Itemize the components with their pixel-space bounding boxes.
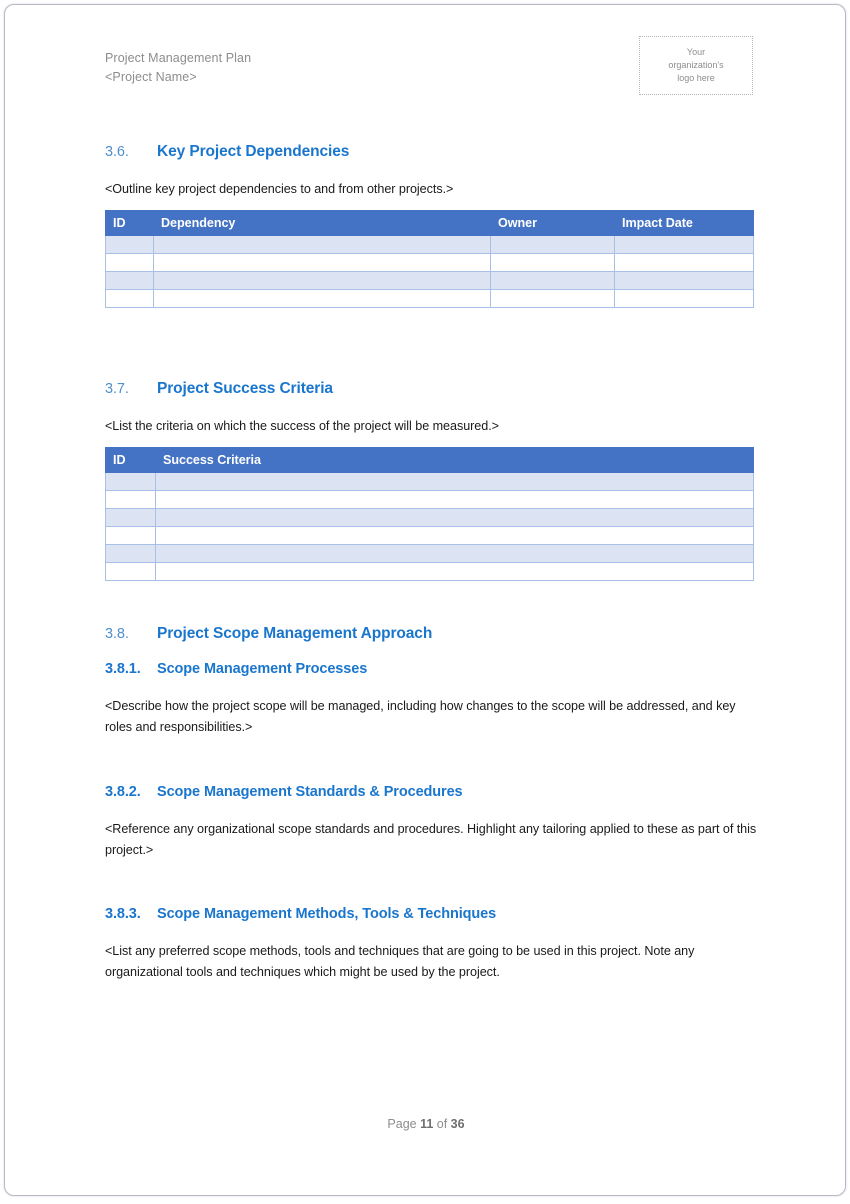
heading-3-8-3-number: 3.8.3. — [105, 906, 141, 922]
dependencies-col-id: ID — [105, 210, 154, 236]
heading-3-8-3: 3.8.3. Scope Management Methods, Tools &… — [105, 906, 753, 922]
table-row[interactable] — [105, 253, 754, 272]
table-row[interactable] — [105, 562, 754, 581]
footer-current-page: 11 — [420, 1117, 434, 1131]
section-3-8-3-body: <List any preferred scope methods, tools… — [105, 944, 695, 979]
success-criteria-table-wrap: ID Success Criteria — [105, 447, 754, 581]
header-document-title: Project Management Plan — [105, 51, 252, 65]
dependencies-table: ID Dependency Owner Impact Date — [105, 210, 754, 308]
organization-logo-placeholder: Your organization's logo here — [639, 36, 753, 95]
heading-3-6-title: Key Project Dependencies — [157, 143, 350, 160]
document-page: Project Management Plan <Project Name> Y… — [4, 4, 846, 1196]
dependencies-cell-dependency[interactable] — [153, 289, 491, 308]
section-3-6-intro: <Outline key project dependencies to and… — [105, 182, 454, 196]
section-3-8-2: 3.8.2. Scope Management Standards & Proc… — [105, 784, 753, 800]
heading-3-8-2-title: Scope Management Standards & Procedures — [157, 784, 463, 800]
table-row[interactable] — [105, 289, 754, 308]
dependencies-col-owner: Owner — [490, 210, 615, 236]
page-footer: Page 11 of 36 — [5, 1117, 845, 1131]
section-3-8-3: 3.8.3. Scope Management Methods, Tools &… — [105, 906, 753, 922]
success-criteria-cell-id[interactable] — [105, 508, 156, 527]
dependencies-table-header-row: ID Dependency Owner Impact Date — [105, 210, 754, 236]
section-3-8-1-body: <Describe how the project scope will be … — [105, 699, 736, 734]
section-3-8-2-body: <Reference any organizational scope stan… — [105, 822, 757, 857]
dependencies-cell-owner[interactable] — [490, 235, 615, 254]
footer-total-pages: 36 — [450, 1117, 465, 1131]
heading-3-6: 3.6. Key Project Dependencies — [105, 143, 753, 161]
success-criteria-cell-criteria[interactable] — [155, 544, 754, 563]
logo-placeholder-line-3: logo here — [677, 73, 715, 83]
table-row[interactable] — [105, 508, 754, 527]
heading-3-8-3-title: Scope Management Methods, Tools & Techni… — [157, 906, 497, 922]
success-criteria-cell-id[interactable] — [105, 490, 156, 509]
success-criteria-cell-criteria[interactable] — [155, 508, 754, 527]
footer-page-prefix: Page — [387, 1117, 421, 1131]
table-row[interactable] — [105, 472, 754, 491]
success-criteria-cell-id[interactable] — [105, 526, 156, 545]
heading-3-7-number: 3.7. — [105, 381, 129, 397]
success-criteria-cell-criteria[interactable] — [155, 490, 754, 509]
dependencies-cell-id[interactable] — [105, 235, 154, 254]
dependencies-cell-impact-date[interactable] — [614, 289, 754, 308]
heading-3-8-number: 3.8. — [105, 626, 129, 642]
dependencies-cell-owner[interactable] — [490, 253, 615, 272]
section-3-7: 3.7. Project Success Criteria — [105, 380, 753, 398]
dependencies-col-impact-date: Impact Date — [614, 210, 754, 236]
logo-placeholder-line-1: Your — [686, 47, 706, 57]
section-3-8: 3.8. Project Scope Management Approach — [105, 625, 753, 643]
success-criteria-table-header-row: ID Success Criteria — [105, 447, 754, 473]
heading-3-7: 3.7. Project Success Criteria — [105, 380, 753, 398]
section-3-6: 3.6. Key Project Dependencies — [105, 143, 753, 161]
success-criteria-cell-criteria[interactable] — [155, 526, 754, 545]
heading-3-6-number: 3.6. — [105, 144, 129, 160]
running-header: Project Management Plan <Project Name> Y… — [105, 36, 753, 111]
heading-3-8-1-number: 3.8.1. — [105, 661, 141, 677]
dependencies-cell-owner[interactable] — [490, 271, 615, 290]
table-row[interactable] — [105, 490, 754, 509]
section-3-6-intro-wrap: <Outline key project dependencies to and… — [105, 179, 753, 200]
success-criteria-table: ID Success Criteria — [105, 447, 754, 581]
success-criteria-cell-criteria[interactable] — [155, 562, 754, 581]
section-3-7-intro: <List the criteria on which the success … — [105, 419, 499, 433]
dependencies-cell-dependency[interactable] — [153, 271, 491, 290]
dependencies-table-wrap: ID Dependency Owner Impact Date — [105, 210, 754, 308]
dependencies-col-dependency: Dependency — [153, 210, 491, 236]
logo-placeholder-line-2: organization's — [668, 60, 724, 70]
table-row[interactable] — [105, 544, 754, 563]
header-project-name: <Project Name> — [105, 70, 197, 84]
success-criteria-col-id: ID — [105, 447, 156, 473]
section-3-8-1: 3.8.1. Scope Management Processes — [105, 661, 753, 677]
dependencies-cell-dependency[interactable] — [153, 253, 491, 272]
dependencies-cell-id[interactable] — [105, 253, 154, 272]
heading-3-8-2-number: 3.8.2. — [105, 784, 141, 800]
success-criteria-cell-id[interactable] — [105, 562, 156, 581]
section-3-7-intro-wrap: <List the criteria on which the success … — [105, 416, 753, 437]
success-criteria-cell-id[interactable] — [105, 544, 156, 563]
table-row[interactable] — [105, 271, 754, 290]
success-criteria-cell-id[interactable] — [105, 472, 156, 491]
dependencies-cell-owner[interactable] — [490, 289, 615, 308]
dependencies-cell-impact-date[interactable] — [614, 253, 754, 272]
table-row[interactable] — [105, 526, 754, 545]
dependencies-cell-id[interactable] — [105, 289, 154, 308]
success-criteria-cell-criteria[interactable] — [155, 472, 754, 491]
section-3-8-1-body-wrap: <Describe how the project scope will be … — [105, 696, 761, 738]
dependencies-cell-impact-date[interactable] — [614, 271, 754, 290]
heading-3-8-2: 3.8.2. Scope Management Standards & Proc… — [105, 784, 753, 800]
section-3-8-3-body-wrap: <List any preferred scope methods, tools… — [105, 941, 761, 983]
dependencies-cell-id[interactable] — [105, 271, 154, 290]
table-row[interactable] — [105, 235, 754, 254]
heading-3-7-title: Project Success Criteria — [157, 380, 333, 397]
success-criteria-col-criteria: Success Criteria — [155, 447, 754, 473]
header-title-block: Project Management Plan <Project Name> — [105, 49, 251, 87]
heading-3-8-title: Project Scope Management Approach — [157, 625, 433, 642]
dependencies-cell-dependency[interactable] — [153, 235, 491, 254]
dependencies-cell-impact-date[interactable] — [614, 235, 754, 254]
section-3-8-2-body-wrap: <Reference any organizational scope stan… — [105, 819, 761, 861]
heading-3-8-1: 3.8.1. Scope Management Processes — [105, 661, 753, 677]
footer-page-middle: of — [433, 1117, 451, 1131]
heading-3-8: 3.8. Project Scope Management Approach — [105, 625, 753, 643]
heading-3-8-1-title: Scope Management Processes — [157, 661, 368, 677]
